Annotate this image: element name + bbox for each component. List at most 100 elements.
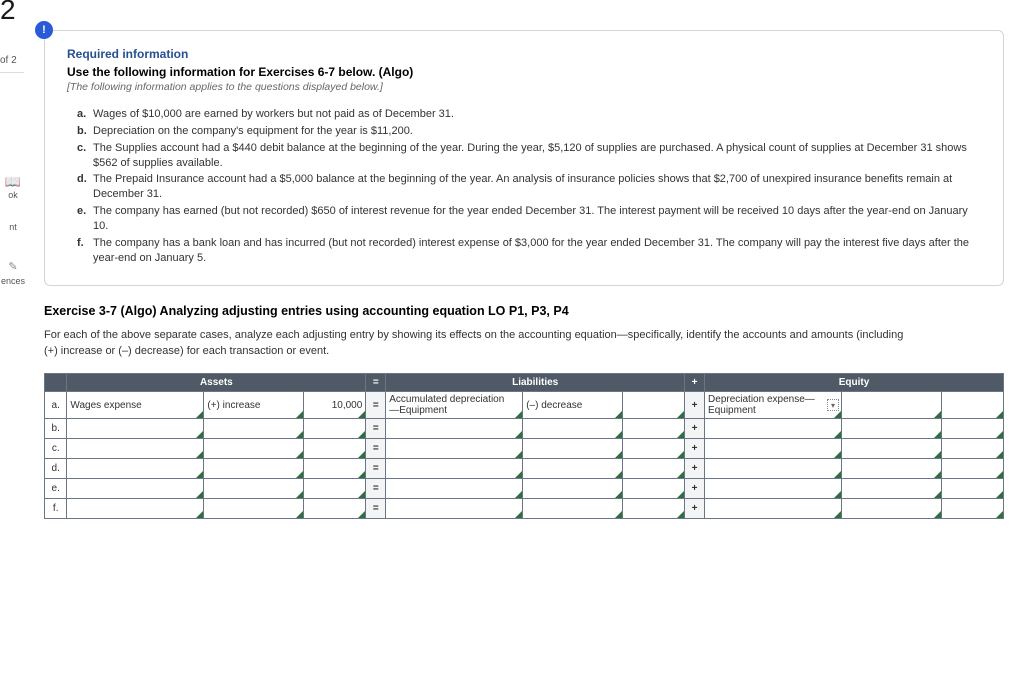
liability-direction-cell[interactable] [523, 479, 623, 499]
ebook-icon[interactable]: 📖 [0, 174, 26, 190]
equity-account-cell[interactable]: Depreciation expense—Equipment▾ [705, 392, 842, 419]
row-index: e. [45, 479, 67, 499]
cell-corner-icon [296, 431, 303, 438]
cell-corner-icon [677, 471, 684, 478]
liability-account-cell[interactable] [386, 419, 523, 439]
equity-direction-cell[interactable] [842, 499, 942, 519]
header-blank [45, 374, 67, 392]
liability-account-cell[interactable] [386, 499, 523, 519]
operator-eq: = [366, 392, 386, 419]
equity-amount-cell[interactable] [941, 439, 1003, 459]
asset-direction-cell[interactable] [204, 499, 304, 519]
cell-corner-icon [996, 411, 1003, 418]
liability-direction-cell[interactable] [523, 499, 623, 519]
liability-direction-cell[interactable] [523, 419, 623, 439]
liability-amount-cell[interactable] [622, 392, 684, 419]
row-index: f. [45, 499, 67, 519]
equity-direction-cell[interactable] [842, 459, 942, 479]
liability-direction-cell[interactable]: (–) decrease [523, 392, 623, 419]
equity-amount-cell[interactable] [941, 392, 1003, 419]
liability-account-cell[interactable] [386, 459, 523, 479]
accounting-equation-table: Assets = Liabilities + Equity a.Wages ex… [44, 373, 1004, 519]
asset-amount-cell[interactable] [304, 499, 366, 519]
fact-text: The company has a bank loan and has incu… [93, 236, 981, 266]
asset-direction-cell[interactable]: (+) increase [204, 392, 304, 419]
cell-corner-icon [615, 511, 622, 518]
cell-corner-icon [996, 451, 1003, 458]
operator-eq-text: = [373, 503, 379, 514]
operator-eq-text: = [373, 400, 379, 411]
liability-amount-cell[interactable] [622, 499, 684, 519]
equity-direction-cell[interactable] [842, 439, 942, 459]
asset-direction-cell-text: (+) increase [207, 400, 260, 411]
equity-account-cell[interactable] [705, 419, 842, 439]
asset-account-cell[interactable] [67, 479, 204, 499]
cell-corner-icon [996, 431, 1003, 438]
asset-account-cell[interactable] [67, 439, 204, 459]
equity-account-cell[interactable] [705, 499, 842, 519]
liability-account-cell-text: Accumulated depreciation —Equipment [389, 394, 504, 416]
asset-direction-cell[interactable] [204, 419, 304, 439]
cell-corner-icon [196, 491, 203, 498]
equity-account-cell[interactable] [705, 459, 842, 479]
operator-plus: + [685, 459, 705, 479]
row-index-text: d. [52, 463, 60, 474]
cell-corner-icon [515, 431, 522, 438]
cell-corner-icon [296, 411, 303, 418]
asset-amount-cell[interactable] [304, 459, 366, 479]
cell-corner-icon [196, 511, 203, 518]
equity-amount-cell[interactable] [941, 459, 1003, 479]
asset-account-cell[interactable] [67, 419, 204, 439]
cell-corner-icon [677, 491, 684, 498]
equity-account-cell[interactable] [705, 439, 842, 459]
liability-direction-cell[interactable] [523, 439, 623, 459]
header-assets: Assets [67, 374, 366, 392]
cell-corner-icon [515, 511, 522, 518]
liability-amount-cell[interactable] [622, 459, 684, 479]
required-heading: Required information [67, 47, 981, 61]
liability-amount-cell[interactable] [622, 439, 684, 459]
hint-label-fragment[interactable]: nt [0, 222, 26, 232]
info-badge-icon: ! [35, 21, 53, 39]
asset-amount-cell[interactable] [304, 479, 366, 499]
cell-corner-icon [196, 471, 203, 478]
cell-corner-icon [296, 451, 303, 458]
use-heading: Use the following information for Exerci… [67, 65, 981, 79]
cell-corner-icon [358, 511, 365, 518]
asset-account-cell[interactable] [67, 499, 204, 519]
asset-account-cell[interactable] [67, 459, 204, 479]
equity-direction-cell[interactable] [842, 419, 942, 439]
equity-direction-cell[interactable] [842, 479, 942, 499]
cell-corner-icon [834, 491, 841, 498]
operator-eq-text: = [373, 483, 379, 494]
asset-account-cell-text: Wages expense [70, 400, 141, 411]
equity-amount-cell[interactable] [941, 499, 1003, 519]
liability-account-cell[interactable]: Accumulated depreciation —Equipment [386, 392, 523, 419]
asset-direction-cell[interactable] [204, 459, 304, 479]
cell-corner-icon [677, 451, 684, 458]
equity-amount-cell[interactable] [941, 479, 1003, 499]
operator-plus-text: + [692, 423, 698, 434]
equity-amount-cell[interactable] [941, 419, 1003, 439]
asset-direction-cell[interactable] [204, 439, 304, 459]
references-icon[interactable]: ✎ [0, 260, 26, 273]
liability-account-cell[interactable] [386, 439, 523, 459]
fact-item: f.The company has a bank loan and has in… [77, 236, 981, 266]
liability-direction-cell[interactable] [523, 459, 623, 479]
chevron-down-icon[interactable]: ▾ [827, 399, 839, 411]
cell-corner-icon [358, 451, 365, 458]
equity-direction-cell[interactable] [842, 392, 942, 419]
equity-account-cell[interactable] [705, 479, 842, 499]
liability-account-cell[interactable] [386, 479, 523, 499]
liability-amount-cell[interactable] [622, 419, 684, 439]
asset-direction-cell[interactable] [204, 479, 304, 499]
asset-amount-cell[interactable] [304, 419, 366, 439]
applies-note: [The following information applies to th… [67, 81, 981, 93]
liability-amount-cell[interactable] [622, 479, 684, 499]
asset-amount-cell[interactable] [304, 439, 366, 459]
row-index: c. [45, 439, 67, 459]
operator-plus: + [685, 479, 705, 499]
asset-amount-cell[interactable]: 10,000 [304, 392, 366, 419]
fact-text: The Prepaid Insurance account had a $5,0… [93, 172, 981, 202]
asset-account-cell[interactable]: Wages expense [67, 392, 204, 419]
